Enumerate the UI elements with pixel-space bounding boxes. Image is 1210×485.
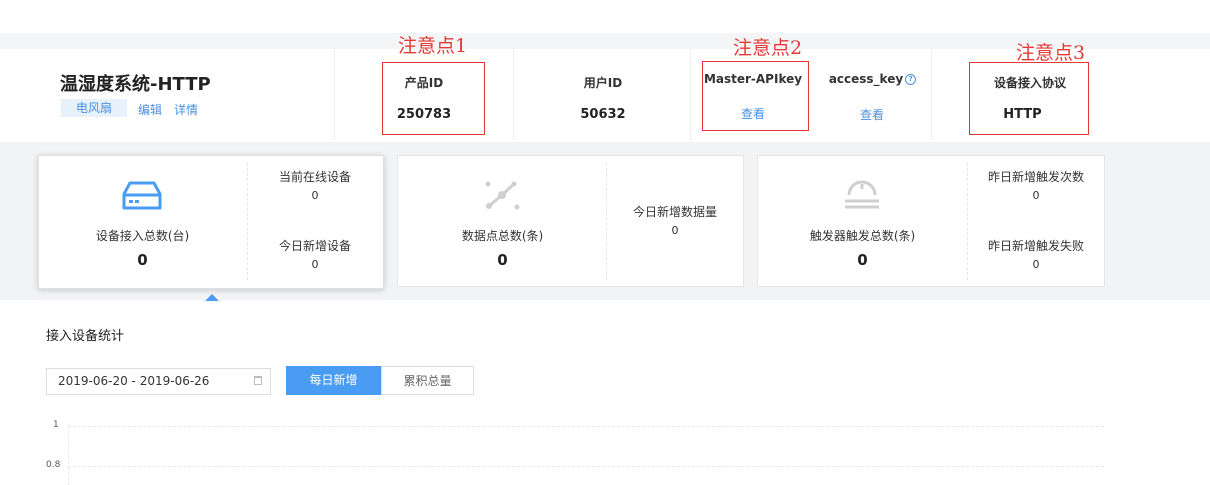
- device-total-label: 设备接入总数(台): [95, 229, 190, 243]
- access-key-label: access_key: [828, 72, 904, 86]
- datapoint-total-label: 数据点总数(条): [461, 229, 544, 243]
- help-icon[interactable]: ?: [905, 74, 917, 85]
- yesterday-fail-label: 昨日新增触发失败: [987, 239, 1084, 253]
- nodes-icon: [482, 178, 522, 216]
- date-range-input[interactable]: 2019-06-20 - 2019-06-26: [46, 368, 271, 395]
- new-data-today-value: 0: [671, 224, 679, 237]
- yesterday-trigger-value: 0: [1032, 189, 1040, 202]
- annotation-label-3: 注意点3: [1016, 42, 1086, 64]
- access-key-header: access_key?: [820, 72, 925, 86]
- y-tick-label: 1: [53, 420, 59, 430]
- tab-daily-new[interactable]: 每日新增: [286, 366, 381, 395]
- card-divider: [247, 163, 248, 280]
- header-divider: [690, 49, 691, 141]
- grid-line: [68, 426, 1104, 427]
- y-tick-label: 0.8: [46, 460, 61, 470]
- header-divider: [513, 49, 514, 141]
- tab-cumulative[interactable]: 累积总量: [381, 366, 474, 395]
- card-divider: [606, 163, 607, 280]
- user-id-value: 50632: [580, 107, 626, 122]
- trigger-total-label: 触发器触发总数(条): [809, 229, 916, 243]
- annotation-box-2: [702, 61, 809, 131]
- trigger-icon: [842, 178, 882, 216]
- product-tag: 电风扇: [61, 99, 127, 117]
- online-devices-label: 当前在线设备: [278, 170, 351, 184]
- annotation-box-1: [382, 62, 485, 135]
- new-devices-today-value: 0: [311, 258, 319, 271]
- header-divider: [334, 49, 335, 141]
- calendar-icon[interactable]: [254, 376, 262, 385]
- server-icon: [122, 180, 162, 216]
- online-devices-value: 0: [311, 189, 319, 202]
- datapoint-total-value: 0: [497, 251, 508, 269]
- header-divider: [931, 49, 932, 141]
- access-key-view-link[interactable]: 查看: [832, 106, 912, 123]
- yesterday-trigger-label: 昨日新增触发次数: [987, 170, 1084, 184]
- new-devices-today-label: 今日新增设备: [278, 239, 351, 253]
- device-total-value: 0: [137, 251, 148, 269]
- yesterday-fail-value: 0: [1032, 258, 1040, 271]
- grid-line: [68, 466, 1104, 467]
- card-divider: [967, 163, 968, 280]
- annotation-box-3: [969, 62, 1089, 135]
- active-card-caret: [205, 294, 219, 301]
- trigger-total-value: 0: [857, 251, 868, 269]
- detail-link[interactable]: 详情: [174, 101, 198, 118]
- product-title: 温湿度系统-HTTP: [60, 74, 211, 95]
- edit-link[interactable]: 编辑: [138, 101, 162, 118]
- y-axis: [68, 425, 69, 485]
- new-data-today-label: 今日新增数据量: [632, 205, 717, 219]
- date-range-value: 2019-06-20 - 2019-06-26: [58, 374, 210, 388]
- user-id-label: 用户ID: [583, 76, 623, 90]
- annotation-label-2: 注意点2: [733, 37, 803, 59]
- section-title: 接入设备统计: [46, 329, 125, 344]
- annotation-label-1: 注意点1: [398, 35, 468, 57]
